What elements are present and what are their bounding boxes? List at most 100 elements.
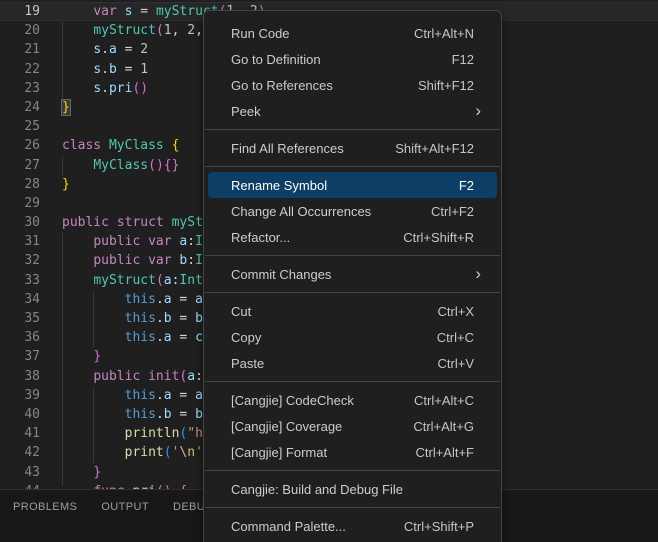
code-line-text: this.a = c — [62, 328, 203, 347]
code-line-text: myStruct(a:Int — [62, 271, 203, 290]
line-number[interactable]: 40 — [0, 405, 40, 424]
menu-item-label: Paste — [231, 356, 264, 371]
menu-item-shortcut: Shift+Alt+F12 — [395, 141, 474, 156]
menu-item-shortcut: Shift+F12 — [418, 78, 474, 93]
panel-tab-problems[interactable]: PROBLEMS — [13, 501, 77, 513]
chevron-right-icon: › — [475, 102, 481, 119]
menu-item-cangjie-format[interactable]: [Cangjie] FormatCtrl+Alt+F — [204, 439, 501, 465]
code-token: public — [93, 234, 140, 249]
line-number[interactable]: 32 — [0, 251, 40, 270]
menu-item-change-all-occurrences[interactable]: Change All OccurrencesCtrl+F2 — [204, 198, 501, 224]
line-number[interactable]: 42 — [0, 443, 40, 462]
menu-item-label: [Cangjie] Format — [231, 445, 327, 460]
menu-item-label: [Cangjie] CodeCheck — [231, 393, 354, 408]
line-number[interactable]: 37 — [0, 347, 40, 366]
code-line-text: this.a = a — [62, 290, 203, 309]
line-number[interactable]: 38 — [0, 367, 40, 386]
code-token — [62, 330, 125, 345]
menu-item-cangjie-coverage[interactable]: [Cangjie] CoverageCtrl+Alt+G — [204, 413, 501, 439]
line-number[interactable]: 20 — [0, 21, 40, 40]
menu-item-label: Copy — [231, 330, 261, 345]
code-token — [62, 253, 93, 268]
menu-item-refactor[interactable]: Refactor...Ctrl+Shift+R — [204, 224, 501, 250]
code-line-text: print('\n' — [62, 443, 203, 462]
code-token: myStruct — [93, 273, 156, 288]
line-number[interactable]: 33 — [0, 271, 40, 290]
menu-item-commit-changes[interactable]: Commit Changes › — [204, 261, 501, 287]
line-number[interactable]: 21 — [0, 40, 40, 59]
code-token: println — [125, 426, 180, 441]
menu-item-shortcut: F12 — [452, 52, 474, 67]
line-number[interactable]: 26 — [0, 136, 40, 155]
code-token: a — [109, 42, 117, 57]
code-token — [62, 62, 93, 77]
menu-item-shortcut: Ctrl+X — [438, 304, 474, 319]
menu-item-shortcut: Ctrl+C — [437, 330, 474, 345]
line-number[interactable]: 41 — [0, 424, 40, 443]
code-token: s — [93, 42, 101, 57]
code-token — [62, 349, 93, 364]
line-number[interactable]: 24 — [0, 98, 40, 117]
code-token: public — [93, 369, 140, 384]
code-token: var — [148, 253, 171, 268]
line-number[interactable]: 39 — [0, 386, 40, 405]
code-line-text: } — [62, 347, 101, 366]
code-token: s — [93, 62, 101, 77]
code-token: : — [195, 369, 203, 384]
line-number[interactable]: 19 — [0, 2, 40, 21]
menu-item-find-all-references[interactable]: Find All References Shift+Alt+F12 — [204, 135, 501, 161]
menu-item-copy[interactable]: Copy Ctrl+C — [204, 324, 501, 350]
code-token — [117, 4, 125, 19]
code-token: mySt — [172, 215, 203, 230]
menu-item-go-to-definition[interactable]: Go to DefinitionF12 — [204, 46, 501, 72]
menu-separator — [205, 129, 500, 130]
menu-item-label: Cut — [231, 304, 251, 319]
line-number[interactable]: 36 — [0, 328, 40, 347]
code-token: a — [164, 330, 172, 345]
menu-item-shortcut: F2 — [459, 178, 474, 193]
line-number[interactable]: 28 — [0, 175, 40, 194]
menu-item-label: Change All Occurrences — [231, 204, 371, 219]
code-token: b — [109, 62, 117, 77]
panel-tab-output[interactable]: OUTPUT — [101, 501, 149, 513]
line-number[interactable]: 30 — [0, 213, 40, 232]
menu-item-peek[interactable]: Peek› — [204, 98, 501, 124]
code-token: s — [93, 81, 101, 96]
line-number[interactable]: 31 — [0, 232, 40, 251]
menu-separator — [205, 255, 500, 256]
menu-item-cangjie-codecheck[interactable]: [Cangjie] CodeCheckCtrl+Alt+C — [204, 387, 501, 413]
menu-item-rename-symbol[interactable]: Rename SymbolF2 — [208, 172, 497, 198]
menu-item-label: Commit Changes — [231, 267, 331, 282]
line-number[interactable]: 25 — [0, 117, 40, 136]
menu-item-command-palette[interactable]: Command Palette...Ctrl+Shift+P — [204, 513, 501, 539]
line-number[interactable]: 27 — [0, 156, 40, 175]
line-number[interactable]: 44 — [0, 482, 40, 489]
code-token — [62, 426, 125, 441]
code-line-text: func pri() { — [62, 482, 187, 489]
code-token: MyClass — [93, 158, 148, 173]
code-token — [62, 81, 93, 96]
code-token: this — [125, 330, 156, 345]
line-number[interactable]: 22 — [0, 60, 40, 79]
line-number[interactable]: 34 — [0, 290, 40, 309]
menu-item-label: Go to References — [231, 78, 333, 93]
line-number[interactable]: 29 — [0, 194, 40, 213]
menu-item-cut[interactable]: Cut Ctrl+X — [204, 298, 501, 324]
menu-item-paste[interactable]: Paste Ctrl+V — [204, 350, 501, 376]
code-token: . — [101, 81, 109, 96]
line-number[interactable]: 23 — [0, 79, 40, 98]
menu-item-go-to-references[interactable]: Go to References Shift+F12 — [204, 72, 501, 98]
code-token — [62, 42, 93, 57]
code-line-text: this.b = b — [62, 309, 203, 328]
menu-item-shortcut: Ctrl+V — [438, 356, 474, 371]
code-token — [140, 234, 148, 249]
line-number[interactable]: 43 — [0, 463, 40, 482]
code-line-text: s.b = 1 — [62, 60, 148, 79]
chevron-right-icon: › — [475, 265, 481, 282]
menu-item-run-code[interactable]: Run CodeCtrl+Alt+N — [204, 20, 501, 46]
menu-item-label: Find All References — [231, 141, 344, 156]
menu-item-cangjie-build-and-debug-file[interactable]: Cangjie: Build and Debug File — [204, 476, 501, 502]
code-token — [101, 138, 109, 153]
line-number[interactable]: 35 — [0, 309, 40, 328]
code-token: } — [172, 158, 180, 173]
